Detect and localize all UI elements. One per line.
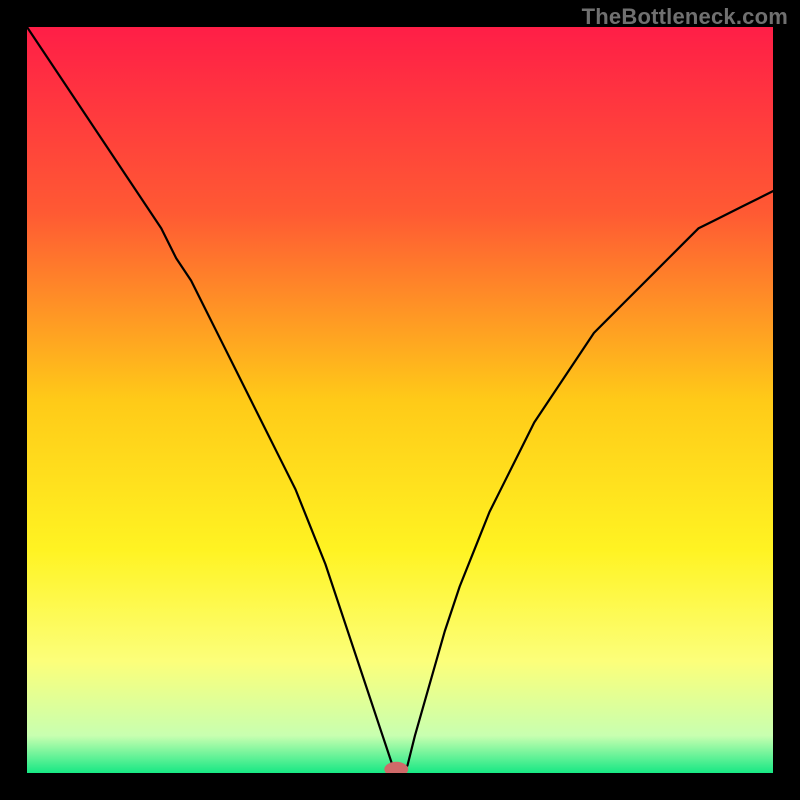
chart-container: TheBottleneck.com xyxy=(0,0,800,800)
gradient-background xyxy=(27,27,773,773)
chart-svg xyxy=(27,27,773,773)
plot-area xyxy=(27,27,773,773)
